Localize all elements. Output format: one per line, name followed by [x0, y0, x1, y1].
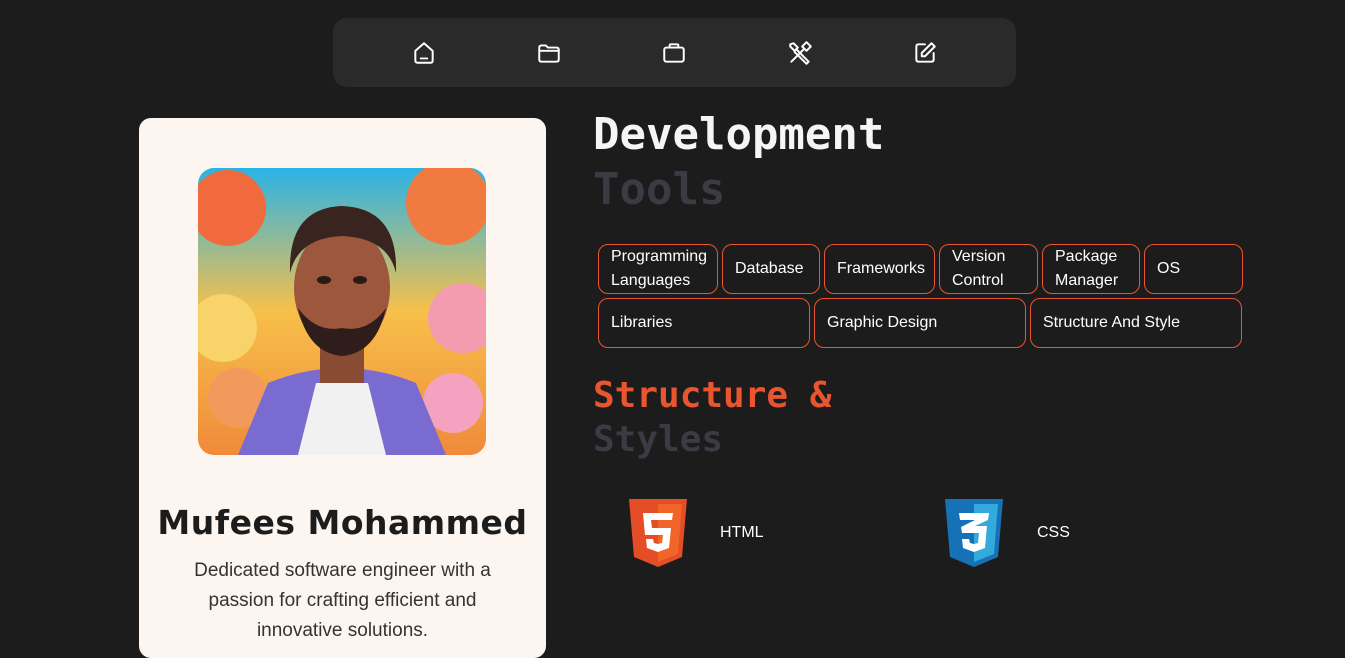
profile-name: Mufees Mohammed	[157, 503, 528, 542]
section-subtitle-tools: Tools	[593, 164, 726, 215]
chip-libraries[interactable]: Libraries	[598, 298, 810, 348]
nav-blog-button[interactable]	[905, 33, 945, 73]
briefcase-icon	[663, 42, 686, 63]
tech-item-html[interactable]: HTML	[629, 499, 764, 567]
chip-database[interactable]: Database	[722, 244, 820, 294]
tech-label-html: HTML	[720, 524, 764, 541]
section-title-development: Development	[593, 109, 885, 160]
chip-row-2: Libraries Graphic Design Structure And S…	[598, 298, 1244, 348]
home-icon	[414, 41, 434, 64]
chip-structure-and-style[interactable]: Structure And Style	[1030, 298, 1242, 348]
section-title-structure: Structure &	[593, 375, 832, 416]
nav-tools-button[interactable]	[780, 33, 820, 73]
chip-programming-languages[interactable]: Programming Languages	[598, 244, 718, 294]
css3-icon	[945, 499, 1003, 567]
nav-experience-button[interactable]	[654, 33, 694, 73]
top-navigation	[333, 18, 1016, 87]
nav-projects-button[interactable]	[529, 33, 569, 73]
chip-frameworks[interactable]: Frameworks	[824, 244, 935, 294]
tools-icon	[789, 40, 812, 65]
avatar	[198, 168, 486, 455]
html5-icon	[629, 499, 687, 567]
chip-package-manager[interactable]: Package Manager	[1042, 244, 1140, 294]
chip-row-1: Programming Languages Database Framework…	[598, 244, 1244, 294]
profile-card: Mufees Mohammed Dedicated software engin…	[139, 118, 546, 658]
folder-icon	[538, 43, 560, 63]
section-subtitle-styles: Styles	[593, 419, 724, 460]
chip-os[interactable]: OS	[1144, 244, 1243, 294]
chip-version-control[interactable]: Version Control	[939, 244, 1038, 294]
edit-icon	[915, 41, 936, 63]
chip-graphic-design[interactable]: Graphic Design	[814, 298, 1026, 348]
tech-item-css[interactable]: CSS	[945, 499, 1070, 567]
tech-label-css: CSS	[1037, 524, 1070, 541]
category-chips: Programming Languages Database Framework…	[598, 244, 1244, 352]
profile-bio: Dedicated software engineer with a passi…	[194, 560, 491, 641]
nav-home-button[interactable]	[404, 33, 444, 73]
